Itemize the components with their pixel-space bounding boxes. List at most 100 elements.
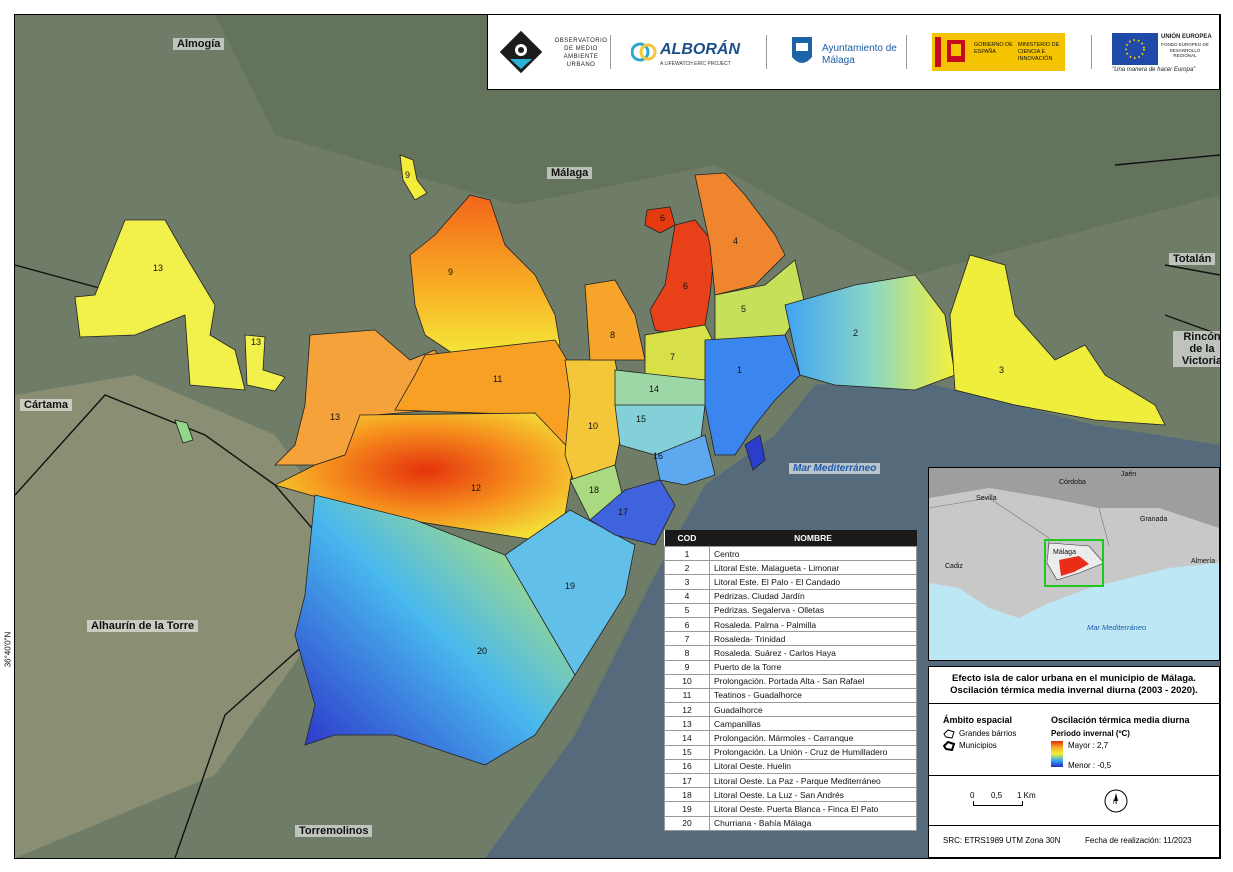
table-row: 11 Teatinos - Guadalhorce [664,687,917,704]
municipios-label: Municipios [959,741,997,750]
row-cod: 10 [664,673,710,689]
table-row: 18 Litoral Oeste. La Luz - San Andrés [664,787,917,803]
fondo-text: FONDO EUROPEO DE DESARROLLO REGIONAL [1161,42,1209,58]
district-label-18: 18 [589,485,600,495]
district-label-3: 3 [999,365,1005,375]
row-cod: 4 [664,588,710,604]
map-title: Efecto isla de calor urbana en el munici… [950,673,1198,696]
table-row: 10 Prolongación. Portada Alta - San Rafae… [664,673,917,689]
row-cod: 6 [664,616,710,633]
row-nombre: Prolongación. Mármoles - Carranque [709,730,917,746]
ramp-min-label: Menor : -0,5 [1068,761,1112,770]
district-label-10: 10 [588,421,599,431]
table-row: 7 Rosaleda- Trinidad [664,631,917,647]
spain-coat-of-arms-icon [947,40,965,62]
district-label-6a: 6 [660,213,666,223]
table-row: 12 Guadalhorce [664,702,917,718]
municipios-icon [943,741,955,751]
inset-granada: Granada [1140,516,1168,523]
row-nombre: Centro [709,545,917,562]
row-cod: 15 [664,744,710,760]
row-cod: 9 [664,659,710,675]
table-row: 13 Campanillas [664,716,917,732]
district-label-13a: 13 [153,263,164,273]
latitude-label: 36°40'0"N [3,631,13,668]
row-cod: 18 [664,787,710,803]
district-label-20: 20 [477,646,488,656]
district-label-2: 2 [853,328,859,338]
row-nombre: Litoral Oeste. La Luz - San Andrés [709,787,917,803]
row-nombre: Guadalhorce [709,702,917,718]
divider [610,35,611,69]
district-label-14: 14 [649,384,660,394]
row-cod: 5 [664,602,710,618]
place-cartama: Cártama [20,399,73,411]
eu-flag-icon [1112,33,1158,65]
fecha-label: Fecha de realización: 11/2023 [1085,836,1192,845]
row-cod: 19 [664,801,710,817]
ue-text: UNIÓN EUROPEA [1161,34,1212,40]
district-label-13c: 13 [330,412,341,422]
table-row: 17 Litoral Oeste. La Paz - Parque Mediter… [664,772,917,789]
col-cod: COD [664,530,710,547]
row-cod: 11 [664,687,710,704]
row-nombre: Litoral Oeste. Puerta Blanca - Finca El … [709,801,917,817]
grandes-barrios-icon [943,729,955,739]
gobierno-flag-icon [935,37,941,67]
row-cod: 20 [664,815,710,831]
scale-bar [973,801,1023,806]
inset-almeria: Almería [1191,558,1216,565]
row-nombre: Rosaleda. Palma - Palmilla [709,616,917,633]
table-row: 3 Litoral Este. El Palo - El Candado [664,574,917,590]
divider [766,35,767,69]
gobierno-logo: GOBIERNO DE ESPAÑA MINISTERIO DE CIENCIA… [932,33,1065,71]
table-row: 9 Puerto de la Torre [664,659,917,675]
logo-bar: OBSERVATORIO DE MEDIO AMBIENTE URBANO AL… [487,14,1220,90]
table-row: 19 Litoral Oeste. Puerta Blanca - Finca E… [664,801,917,817]
scale-tick-0: 0 [970,791,975,800]
alboran-logo-icon [631,42,657,62]
ayuntamiento-shield-icon [792,37,812,63]
inset-jaen: Jaén [1121,471,1137,478]
district-label-6b: 6 [683,281,689,291]
place-torremolinos: Torremolinos [295,825,373,837]
inset-cadiz: Cadiz [945,563,963,570]
color-ramp [1051,741,1063,767]
place-rincon: Rincón de la Victoria [1173,331,1220,367]
district-label-1: 1 [737,365,743,375]
inset-malaga: Málaga [1053,549,1076,556]
place-totalan: Totalán [1169,253,1216,265]
grandes-barrios-label: Grandes bárrios [959,729,1017,738]
district-label-4: 4 [733,236,739,246]
table-row: 4 Pedrizas. Ciudad Jardín [664,588,917,604]
table-row: 16 Litoral Oeste. Huelin [664,758,917,775]
row-cod: 16 [664,758,710,775]
district-label-8: 8 [610,330,616,340]
row-cod: 14 [664,730,710,746]
scale-tick-05: 0,5 [991,791,1003,800]
alboran-logo-sub: A LIFEWATCH ERIC PROJECT [660,61,731,67]
src-label: SRC: ETRS1989 UTM Zona 30N [943,836,1061,845]
row-nombre: Litoral Este. El Palo - El Candado [709,574,917,590]
north-label: N [1113,800,1118,806]
district-label-11: 11 [493,374,503,384]
row-nombre: Litoral Oeste. Huelin [709,758,917,775]
table-row: 1 Centro [664,545,917,562]
scale-tick-1: 1 Km [1017,791,1036,800]
row-nombre: Prolongación. La Unión - Cruz de Humilla… [709,744,917,760]
alboran-logo-text: ALBORÁN [660,41,740,58]
district-table: COD NOMBRE 1 Centro 2 Litoral Este. Malague… [664,530,917,831]
periodo-label: Periodo invernal (ºC) [1051,729,1130,738]
ue-motto: "Una manera de hacer Europa" [1112,67,1196,73]
row-cod: 8 [664,645,710,661]
table-row: 20 Churriana - Bahía Málaga [664,815,917,831]
row-cod: 2 [664,560,710,576]
ministerio-text: MINISTERIO DE CIENCIA E INNOVACIÓN [1018,42,1060,62]
row-cod: 1 [664,545,710,562]
place-sea: Mar Mediterráneo [789,463,881,474]
table-row: 6 Rosaleda. Palma - Palmilla [664,616,917,633]
ayuntamiento-text: Ayuntamiento de Málaga [822,43,897,66]
divider [906,35,907,69]
table-body: 1 Centro 2 Litoral Este. Malagueta - Limona… [664,545,917,831]
district-label-17: 17 [618,507,629,517]
